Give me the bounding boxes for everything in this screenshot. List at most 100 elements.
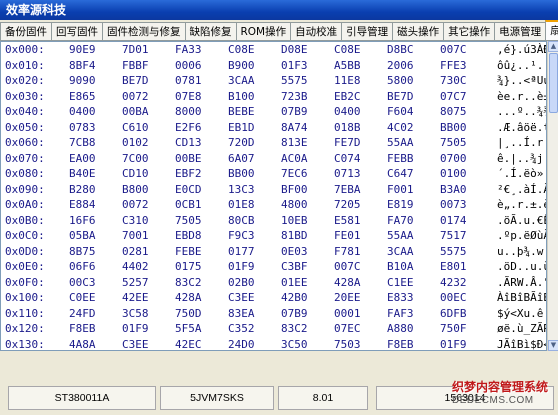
hex-word: 83C2: [175, 275, 202, 289]
hex-word: EB1D: [228, 120, 255, 134]
hex-row[interactable]: 0x050: 0783 C610 E2F6 EB1D 8A74 018B 4C02 BB00 .Æ…: [1, 120, 546, 136]
hex-row[interactable]: 0x0B0: 16F6 C310 7505 80CB 10EB E581 FA70 0174 .ö…: [1, 213, 546, 229]
hex-ascii: ²€¸.àÍ.Ã¿.~ºð.³: [497, 182, 546, 196]
hex-word: C310: [122, 213, 149, 227]
hex-row[interactable]: 0x0E0: 06F6 4402 0175 01F9 C3BF 007C B10A E801 .ö…: [1, 259, 546, 275]
hex-word: 01F9: [228, 260, 255, 273]
tab-6[interactable]: 引导管理: [341, 22, 394, 40]
hex-word: 7EBA: [334, 182, 361, 196]
status-bar: ST380011A 5JVM7SKS 8.01 1563014: [0, 356, 558, 415]
hex-word: 4800: [281, 198, 308, 211]
tab-10[interactable]: 扇: [545, 20, 558, 40]
hex-word: 10EB: [281, 213, 308, 227]
hex-address: 0x130:: [5, 337, 45, 351]
hex-row[interactable]: 0x040: 0400 00BA 8000 BEBE 07B9 0400 F604 8075..…: [1, 104, 546, 120]
scroll-thumb[interactable]: [549, 53, 558, 113]
scroll-down-icon[interactable]: ▼: [548, 340, 558, 351]
tab-4[interactable]: ROM操作: [235, 22, 292, 40]
hex-word: C0EE: [69, 291, 96, 304]
hex-word: 7505: [175, 213, 202, 227]
hex-word: 4402: [122, 260, 149, 273]
hex-ascii: øë.ù_ZÃR.Â.ì¨€u.: [497, 322, 547, 335]
hex-address: 0x0F0:: [5, 275, 45, 289]
hex-row[interactable]: 0x100: C0EE 42EE 428A C3EE 42B0 20EE E833 00EC Àî…: [1, 290, 546, 306]
hex-row[interactable]: 0x030: E865 0072 07E8 B100 723B EB2C BE7D 07C7 èe…: [1, 89, 546, 105]
hex-word: 80CB: [228, 213, 255, 227]
tab-3[interactable]: 缺陷修复: [184, 22, 237, 40]
hex-word: FEBE: [175, 244, 202, 258]
hex-word: F781: [334, 244, 361, 258]
tab-bar: 备份固件 回写固件 固件检测与修复 缺陷修复 ROM操作 自动校准 引导管理 磁头操作 其它操作…: [0, 20, 558, 41]
tab-9[interactable]: 电源管理: [494, 22, 547, 40]
hex-row[interactable]: 0x0A0: E884 0072 0CB1 01E8 4800 7205 E819 0073 è„…: [1, 197, 546, 213]
hex-word: 4C02: [387, 120, 414, 134]
hex-word: 750D: [175, 306, 202, 320]
hex-ascii: ÀîBîBÃîB° îè3.ì: [497, 291, 546, 304]
hex-word: 6A07: [228, 151, 255, 165]
hex-word: 01F9: [440, 337, 467, 351]
hex-word: 428A: [334, 275, 361, 289]
scroll-up-icon[interactable]: ▲: [548, 41, 558, 52]
hex-word: 0700: [440, 151, 467, 165]
tab-0[interactable]: 备份固件: [0, 22, 52, 40]
hex-word: 00C3: [69, 275, 96, 289]
hex-row[interactable]: 0x020: 9090 BE7D 0781 3CAA 5575 11E8 5800 730C ¾}…: [1, 73, 546, 89]
hex-word: 01F9: [122, 322, 149, 335]
hex-word: 06F6: [69, 260, 96, 273]
hex-word: 0781: [175, 74, 202, 87]
hex-ascii: ¾}..<ªUu.èX.s.: [497, 74, 546, 87]
tab-2[interactable]: 固件检测与修复: [102, 22, 186, 40]
hex-address: 0x120:: [5, 322, 45, 335]
hex-row[interactable]: 0x120: F8EB 01F9 5F5A C352 83C2 07EC A880 750F øë…: [1, 321, 546, 337]
hex-word: BEBE: [228, 105, 255, 118]
hex-word: 01EE: [281, 275, 308, 289]
tab-5[interactable]: 自动校准: [290, 22, 343, 40]
hex-word: BE7D: [122, 74, 149, 87]
tab-8[interactable]: 其它操作: [443, 22, 496, 40]
hex-word: C074: [334, 151, 361, 165]
hex-word: 42EC: [175, 337, 202, 351]
hex-word: C08E: [228, 43, 255, 56]
hex-word: B10A: [387, 260, 414, 273]
hex-word: E801: [440, 260, 467, 273]
hex-word: 3C58: [122, 306, 149, 320]
hex-word: EB2C: [334, 89, 361, 103]
hex-word: 16F6: [69, 213, 96, 227]
hex-row[interactable]: 0x0D0: 8B75 0281 FEBE 0177 0E03 F781 3CAA 5575 u.…: [1, 244, 546, 260]
tab-7[interactable]: 磁头操作: [392, 22, 445, 40]
hex-address: 0x0C0:: [5, 229, 45, 242]
hex-row[interactable]: 0x130: 4A8A C3EE 42EC 24D0 3C50 7503 F8EB 01F9 JÃ…: [1, 337, 546, 351]
hex-address: 0x020:: [5, 74, 45, 87]
hex-word: EA00: [69, 151, 96, 165]
hex-word: E819: [387, 198, 414, 211]
hex-row[interactable]: 0x080: B40E CD10 EBF2 BB00 7EC6 0713 C647 0100 ´.…: [1, 166, 546, 182]
hex-word: C610: [122, 120, 149, 134]
hex-word: 730C: [440, 74, 467, 87]
hex-row[interactable]: 0x0C0: 05BA 7001 EBD8 F9C3 81BD FE01 55AA 7517 .º…: [1, 228, 546, 244]
status-firmware: 8.01: [278, 386, 368, 410]
hex-row[interactable]: 0x110: 24FD 3C58 750D 83EA 07B9 0001 FAF3 6DFB $ý…: [1, 306, 546, 322]
hex-row[interactable]: 0x090: B280 B800 E0CD 13C3 BF00 7EBA F001 B3A0 ²€…: [1, 182, 546, 198]
hex-row[interactable]: 0x000: 90E9 7D01 FA33 C08E D08E C08E D8BC 007C ‚é…: [1, 42, 546, 58]
hex-word: 5575: [440, 244, 467, 258]
hex-word: F8EB: [69, 322, 96, 335]
hex-word: 2006: [387, 58, 414, 72]
vertical-scrollbar[interactable]: ▲ ▼: [547, 41, 558, 351]
hex-view[interactable]: 0x000: 90E9 7D01 FA33 C08E D08E C08E D8BC 007C ‚é…: [0, 41, 547, 351]
hex-address: 0x0A0:: [5, 198, 45, 211]
hex-word: 07E8: [175, 89, 202, 103]
tab-1[interactable]: 回写固件: [51, 22, 103, 40]
hex-row[interactable]: 0x0F0: 00C3 5257 83C2 02B0 01EE 428A C1EE 4232 .Ã…: [1, 275, 546, 291]
hex-row[interactable]: 0x010: 8BF4 FBBF 0006 B900 01F3 A5BB 2006 FFE3 ôû…: [1, 58, 546, 74]
hex-row[interactable]: 0x060: 7CB8 0102 CD13 720D 813E FE7D 55AA 7505 |¸…: [1, 135, 546, 151]
hex-word: BF00: [281, 182, 308, 196]
hex-word: 0713: [334, 167, 361, 180]
hex-word: 00BA: [122, 105, 149, 118]
hex-word: 0100: [440, 167, 467, 180]
hex-row[interactable]: 0x070: EA00 7C00 00BE 6A07 AC0A C074 FEBB 0700 ê.…: [1, 151, 546, 167]
hex-word: 20EE: [334, 291, 361, 304]
hex-word: 007C: [334, 260, 361, 273]
hex-word: 7C00: [122, 151, 149, 165]
hex-word: 7505: [440, 136, 467, 149]
hex-word: 8000: [175, 105, 202, 118]
